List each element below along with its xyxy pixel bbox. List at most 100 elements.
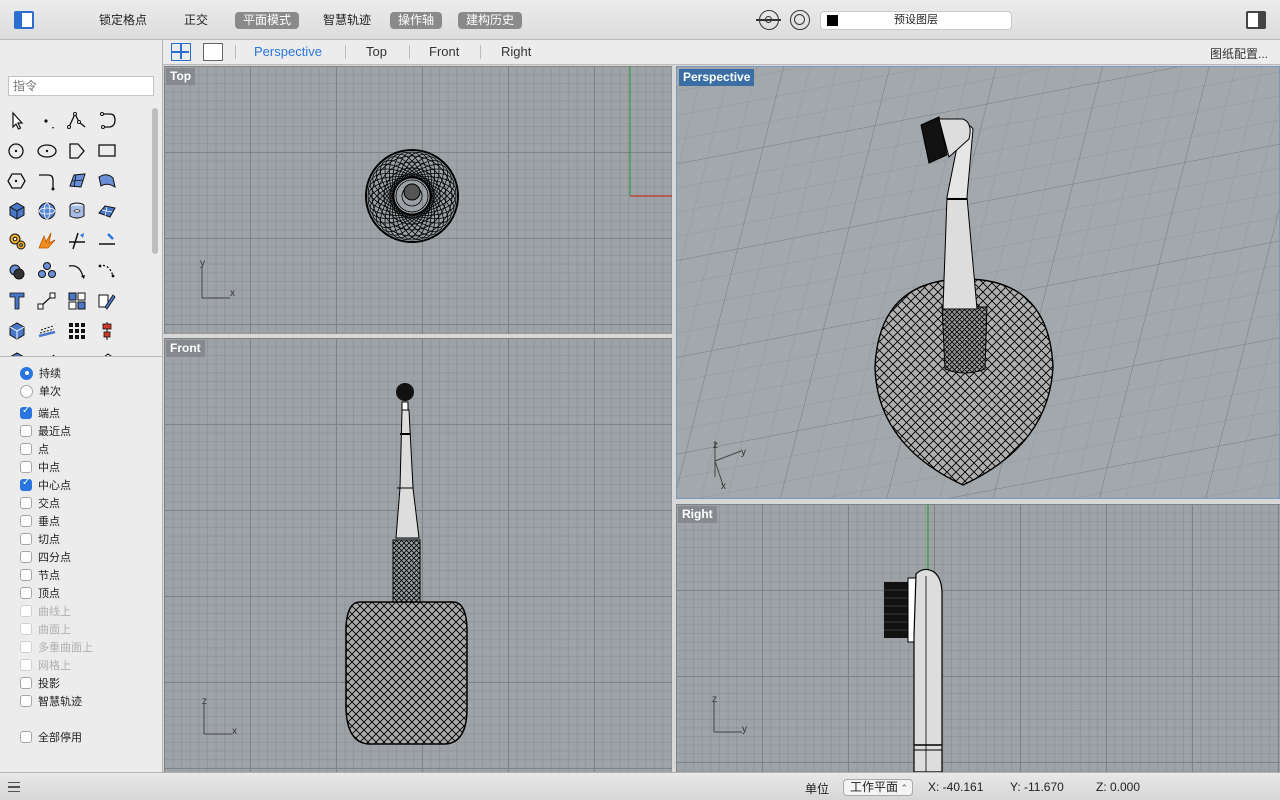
layout-config-link[interactable]: 图纸配置... [1210, 45, 1268, 62]
osnap-item[interactable]: 投影 [20, 674, 60, 692]
radio-icon[interactable] [20, 366, 33, 380]
four-view-layout-icon[interactable] [171, 43, 191, 61]
cylinder-icon[interactable] [62, 196, 92, 226]
lock-grid-button[interactable]: 锁定格点 [91, 12, 155, 29]
osnap-disable-all[interactable]: 全部停用 [20, 728, 82, 746]
osnap-item[interactable]: 节点 [20, 566, 60, 584]
check-icon[interactable] [32, 346, 62, 356]
rectangle-icon[interactable] [92, 136, 122, 166]
tool-palette-scrollbar[interactable] [152, 108, 158, 254]
checkbox-icon[interactable] [20, 677, 32, 689]
text-icon[interactable] [2, 286, 32, 316]
osnap-item[interactable]: 四分点 [20, 548, 71, 566]
surface-from-curves-icon[interactable] [62, 166, 92, 196]
osnap-item[interactable]: 垂点 [20, 512, 60, 530]
checkbox-icon[interactable] [20, 731, 32, 743]
osnap-mode-persistent[interactable]: 持续 [20, 364, 61, 382]
osnap-item-label: 垂点 [38, 516, 60, 528]
checkbox-icon[interactable] [20, 497, 32, 509]
trim-icon[interactable] [62, 226, 92, 256]
select-arrow-icon[interactable] [2, 106, 32, 136]
array-icon[interactable] [62, 286, 92, 316]
group-icon[interactable] [32, 256, 62, 286]
history-button[interactable]: 建构历史 [458, 12, 523, 29]
split-icon[interactable] [92, 226, 122, 256]
radio-icon[interactable] [20, 384, 33, 398]
tab-front[interactable]: Front [429, 44, 459, 59]
grid-array-icon[interactable] [62, 316, 92, 346]
checkbox-icon[interactable] [20, 695, 32, 707]
sidebar-toggle-icon[interactable] [14, 11, 34, 29]
render-icon[interactable] [2, 346, 32, 356]
viewport-perspective[interactable]: z y x Perspective [676, 66, 1280, 499]
viewport-label-perspective[interactable]: Perspective [679, 69, 755, 86]
align-icon[interactable] [92, 316, 122, 346]
viewport-front[interactable]: z x Front [164, 338, 672, 772]
contour-icon[interactable] [32, 316, 62, 346]
checkbox-icon[interactable] [20, 587, 32, 599]
hexagon-icon[interactable] [2, 166, 32, 196]
osnap-mode-once[interactable]: 单次 [20, 382, 61, 400]
curve-icon[interactable] [92, 106, 122, 136]
boolean-icon[interactable] [2, 256, 32, 286]
edit-points-icon[interactable] [92, 256, 122, 286]
polygon-icon[interactable] [62, 136, 92, 166]
filter-icon[interactable] [790, 10, 810, 30]
osnap-item[interactable]: 切点 [20, 530, 60, 548]
osnap-item[interactable]: 交点 [20, 494, 60, 512]
gumball-button[interactable]: 操作轴 [390, 12, 443, 29]
checkbox-icon[interactable] [20, 443, 32, 455]
checkbox-icon[interactable] [20, 461, 32, 473]
box-solid-icon[interactable] [2, 196, 32, 226]
rebuild-curve-icon[interactable] [62, 256, 92, 286]
cplane-select[interactable]: 工作平面 [843, 779, 913, 796]
right-panel-toggle-icon[interactable] [1246, 11, 1266, 29]
osnap-item[interactable]: 智慧轨迹 [20, 692, 82, 710]
ellipse-icon[interactable] [32, 136, 62, 166]
extrude-surface-icon[interactable] [92, 166, 122, 196]
analyze-icon[interactable] [62, 346, 92, 356]
tab-top[interactable]: Top [366, 44, 387, 59]
sphere-icon[interactable] [32, 196, 62, 226]
viewport-right[interactable]: z y Right [676, 504, 1280, 772]
pencil-edit-icon[interactable] [92, 286, 122, 316]
osnap-item[interactable]: 点 [20, 440, 49, 458]
osnap-item[interactable]: 中心点 [20, 476, 71, 494]
explode-icon[interactable] [32, 226, 62, 256]
checkbox-icon[interactable] [20, 533, 32, 545]
viewport-label-front[interactable]: Front [166, 340, 205, 357]
command-input[interactable] [8, 76, 154, 96]
point-icon[interactable] [32, 106, 62, 136]
solid-edit-icon[interactable] [2, 316, 32, 346]
mesh-icon[interactable] [92, 196, 122, 226]
menu-icon[interactable] [8, 782, 20, 792]
osnap-item[interactable]: 端点 [20, 404, 60, 422]
viewport-label-right[interactable]: Right [678, 506, 717, 523]
viewport-top[interactable]: y x Top [164, 66, 672, 334]
units-label[interactable]: 单位 [805, 780, 829, 797]
checkbox-icon[interactable] [20, 515, 32, 527]
checkbox-icon[interactable] [20, 477, 32, 491]
checkbox-icon[interactable] [20, 405, 32, 419]
tab-right[interactable]: Right [501, 44, 531, 59]
single-view-layout-icon[interactable] [203, 43, 223, 61]
transform-gear-icon[interactable] [2, 226, 32, 256]
planar-mode-button[interactable]: 平面模式 [235, 12, 300, 29]
osnap-item[interactable]: 顶点 [20, 584, 60, 602]
ortho-button[interactable]: 正交 [176, 12, 216, 29]
osnap-item[interactable]: 中点 [20, 458, 60, 476]
viewport-label-top[interactable]: Top [166, 68, 196, 85]
polyline-icon[interactable] [62, 106, 92, 136]
checkbox-icon[interactable] [20, 425, 32, 437]
osnap-target-icon[interactable] [756, 10, 781, 30]
osnap-item[interactable]: 最近点 [20, 422, 71, 440]
checkbox-icon[interactable] [20, 569, 32, 581]
layer-select[interactable]: 预设图层 [820, 11, 1012, 30]
checkbox-icon[interactable] [20, 551, 32, 563]
options-icon[interactable] [92, 346, 122, 356]
circle-icon[interactable] [2, 136, 32, 166]
smart-track-button[interactable]: 智慧轨迹 [315, 12, 379, 29]
fillet-curve-icon[interactable] [32, 166, 62, 196]
tab-perspective[interactable]: Perspective [254, 44, 322, 59]
dimension-icon[interactable] [32, 286, 62, 316]
